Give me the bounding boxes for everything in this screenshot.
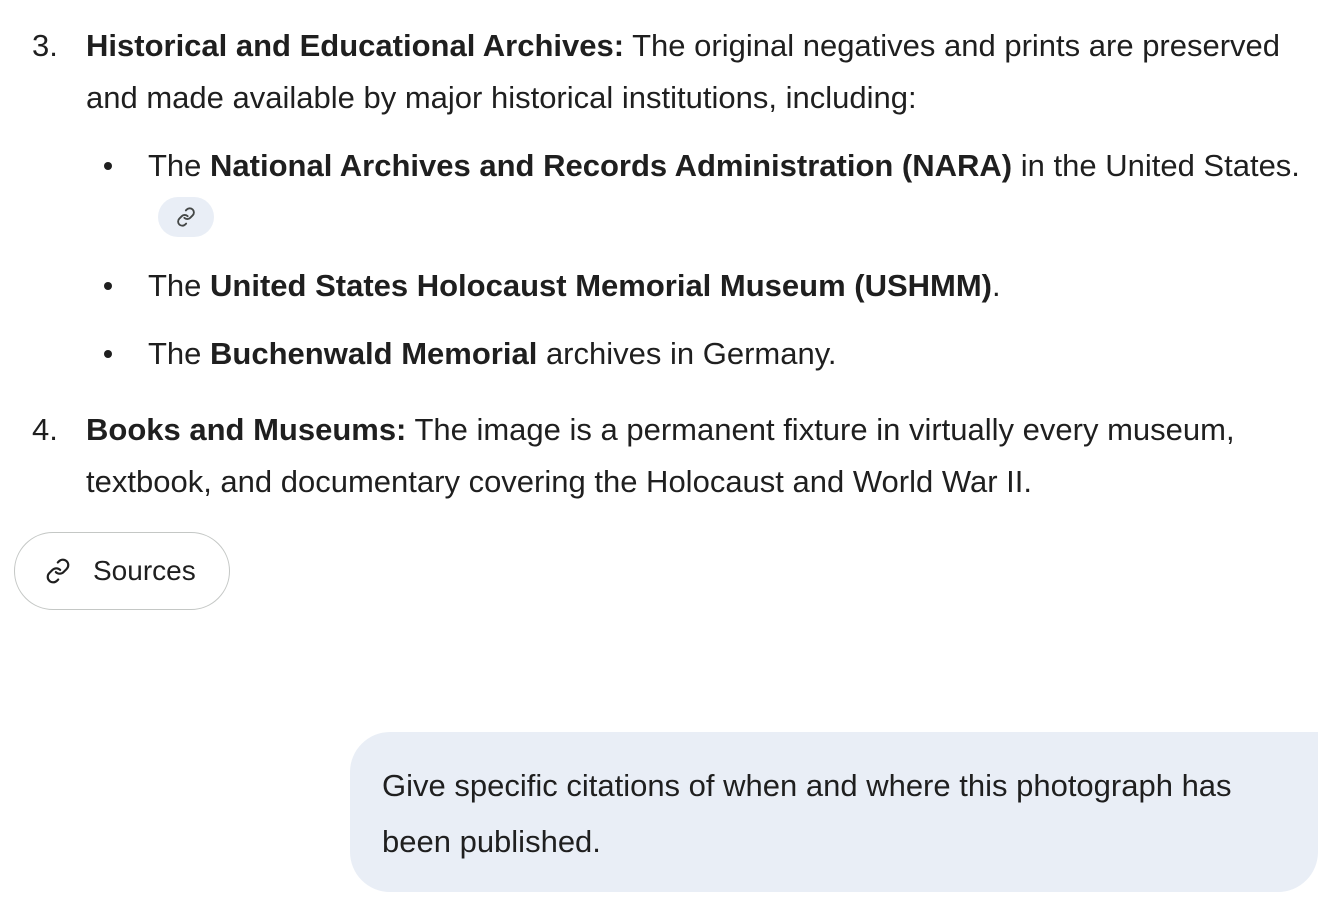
user-message-text: Give specific citations of when and wher… [382, 768, 1232, 859]
citation-chip[interactable] [158, 196, 214, 237]
sources-button[interactable]: Sources [14, 532, 230, 610]
bullet-item: The United States Holocaust Memorial Mus… [86, 260, 1320, 312]
list-number: 4. [32, 412, 58, 447]
list-item: 3. Historical and Educational Archives: … [0, 20, 1320, 380]
bullet-list: The National Archives and Records Admini… [86, 140, 1320, 380]
bullet-text-bold: Buchenwald Memorial [210, 336, 538, 371]
model-response: 3. Historical and Educational Archives: … [0, 20, 1320, 532]
bullet-text-post: in the United States. [1012, 148, 1300, 183]
link-icon [45, 558, 71, 584]
bullet-text-pre: The [148, 268, 211, 303]
link-icon [177, 207, 195, 227]
list-item-heading: Books and Museums: [86, 412, 407, 447]
list-item: 4. Books and Museums: The image is a per… [0, 404, 1320, 508]
bullet-text-pre: The [148, 336, 211, 371]
user-message-bubble: Give specific citations of when and wher… [350, 732, 1318, 892]
bullet-text-bold: United States Holocaust Memorial Museum … [210, 268, 993, 303]
list-number: 3. [32, 28, 58, 63]
bullet-dot [104, 282, 112, 290]
bullet-item: The National Archives and Records Admini… [86, 140, 1320, 244]
bullet-item: The Buchenwald Memorial archives in Germ… [86, 328, 1320, 380]
bullet-dot [104, 350, 112, 358]
sources-button-label: Sources [93, 555, 196, 586]
list-item-heading: Historical and Educational Archives: [86, 28, 625, 63]
bullet-text-pre: The [148, 148, 211, 183]
bullet-text-post: . [992, 268, 1001, 303]
bullet-text-bold: National Archives and Records Administra… [210, 148, 1013, 183]
bullet-text-post: archives in Germany. [537, 336, 837, 371]
bullet-dot [104, 162, 112, 170]
